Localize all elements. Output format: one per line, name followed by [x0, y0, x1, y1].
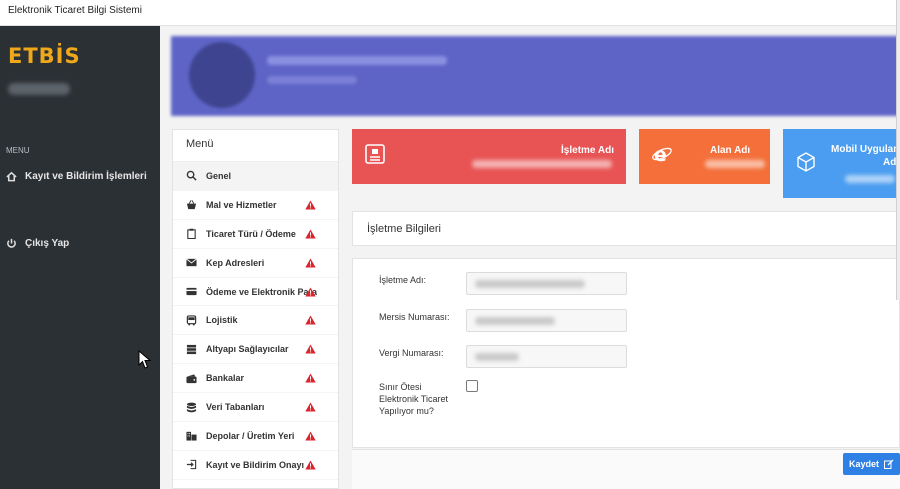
- company-logo-redacted: [189, 42, 255, 108]
- warning-icon: [305, 373, 316, 383]
- mouse-cursor-icon: [138, 350, 152, 369]
- menu-item-label: Altyapı Sağlayıcılar: [206, 344, 289, 355]
- warning-icon: [305, 460, 316, 470]
- menu-item[interactable]: Ticaret Türü / Ödeme: [173, 220, 338, 249]
- sidebar-item-logout[interactable]: Çıkış Yap: [6, 238, 69, 249]
- edit-icon: [884, 459, 894, 469]
- menu-item[interactable]: Mal ve Hizmetler: [173, 191, 338, 220]
- menu-item-label: Depolar / Üretim Yeri: [206, 430, 295, 441]
- business-info-header: İşletme Bilgileri: [352, 211, 900, 246]
- menu-item[interactable]: Depolar / Üretim Yeri: [173, 422, 338, 451]
- warning-icon: [305, 287, 316, 297]
- menu-item[interactable]: Altyapı Sağlayıcılar: [173, 335, 338, 365]
- tax-number-label: Vergi Numarası:: [379, 348, 444, 358]
- menu-item[interactable]: Ödeme ve Elektronik Para: [173, 278, 338, 307]
- menu-item[interactable]: Lojistik: [173, 306, 338, 336]
- clipboard-icon: [185, 228, 197, 240]
- database-icon: [185, 401, 197, 413]
- menu-item-label: Kayıt ve Bildirim Onayı: [206, 459, 305, 470]
- business-name-label: İşletme Adı:: [379, 275, 427, 285]
- search-icon: [185, 170, 197, 182]
- menu-item-label: Ticaret Türü / Ödeme: [206, 228, 296, 239]
- form-footer: [352, 449, 900, 489]
- business-info-form: İşletme Adı: Mersis Numarası: Vergi Numa…: [352, 258, 900, 448]
- warning-icon: [305, 229, 316, 239]
- app-logo: ETBİS: [8, 44, 81, 68]
- warning-icon: [305, 344, 316, 354]
- menu-item-label: Veri Tabanları: [206, 402, 265, 413]
- envelope-icon: [185, 257, 197, 269]
- user-name-redacted: [8, 83, 70, 95]
- warning-icon: [305, 315, 316, 325]
- server-icon: [185, 343, 197, 355]
- cross-border-label-line: Elektronik Ticaret: [379, 394, 449, 404]
- card-value-redacted: [845, 175, 895, 183]
- sidebar-menu-heading: MENU: [6, 146, 30, 155]
- power-icon: [7, 238, 16, 248]
- svg-text:e: e: [654, 144, 667, 165]
- banner-text-redacted: [267, 56, 447, 65]
- wallet-icon: [185, 372, 197, 384]
- window-edge: [896, 0, 900, 300]
- menu-item-label: Bankalar: [206, 373, 245, 384]
- menu-item[interactable]: Veri Tabanları: [173, 393, 338, 423]
- menu-item-label: Mal ve Hizmetler: [206, 199, 277, 210]
- mersis-number-field[interactable]: [466, 309, 627, 332]
- card-title: Alan Adı: [710, 145, 751, 156]
- id-card-icon: [365, 144, 385, 164]
- menu-item[interactable]: Genel: [173, 162, 338, 191]
- tax-number-field[interactable]: [466, 345, 627, 368]
- warning-icon: [305, 402, 316, 412]
- menu-title: Menü: [173, 130, 338, 162]
- profile-banner-redacted: [171, 36, 900, 116]
- menu-item-label: Kep Adresleri: [206, 257, 265, 268]
- save-button-label: Kaydet: [848, 459, 879, 469]
- ie-icon: e: [652, 144, 672, 165]
- card-value-redacted: [705, 160, 765, 168]
- card-value-redacted: [472, 160, 612, 168]
- window-title-bar: Elektronik Ticaret Bilgi Sistemi: [0, 0, 900, 26]
- save-button[interactable]: Kaydet: [843, 453, 900, 475]
- basket-icon: [185, 199, 197, 211]
- menu-item-label: Genel: [206, 170, 232, 181]
- menu-item[interactable]: Kep Adresleri: [173, 249, 338, 278]
- bus-icon: [185, 314, 197, 326]
- warning-icon: [305, 200, 316, 210]
- window-title: Elektronik Ticaret Bilgi Sistemi: [8, 5, 142, 16]
- credit-card-icon: [185, 286, 197, 298]
- cross-border-checkbox[interactable]: [466, 380, 478, 392]
- menu-item-label: Ödeme ve Elektronik Para: [206, 286, 318, 297]
- warning-icon: [305, 431, 316, 441]
- sign-in-icon: [185, 459, 197, 471]
- sidebar-item-label: Kayıt ve Bildirim İşlemleri: [25, 171, 147, 182]
- card-business-name[interactable]: İşletme Adı: [352, 129, 626, 184]
- card-title: Mobil Uygulama: [831, 144, 900, 155]
- warning-icon: [305, 258, 316, 268]
- card-mobile-app-name[interactable]: Mobil Uygulama Adı: [783, 129, 900, 198]
- menu-item-label: Lojistik: [206, 315, 238, 326]
- menu-panel: Menü Genel Mal ve Hizmetler Ticaret Türü /…: [172, 129, 339, 489]
- home-icon: [6, 171, 17, 182]
- card-title: İşletme Adı: [561, 145, 614, 156]
- cross-border-label-line: Sınır Ötesi: [379, 382, 422, 392]
- sidebar-item-kayit-bildirim[interactable]: Kayıt ve Bildirim İşlemleri: [6, 171, 147, 182]
- building-icon: [185, 430, 197, 442]
- cube-icon: [797, 152, 815, 172]
- mersis-number-label: Mersis Numarası:: [379, 312, 450, 322]
- sidebar-item-label: Çıkış Yap: [25, 238, 70, 249]
- card-domain-name[interactable]: e Alan Adı: [639, 129, 770, 184]
- cross-border-label-line: Yapılıyor mu?: [379, 406, 434, 416]
- menu-item[interactable]: Kayıt ve Bildirim Onayı: [173, 451, 338, 480]
- sidebar: ETBİS MENU Kayıt ve Bildirim İşlemleri Ç…: [0, 26, 160, 489]
- cross-border-label: Sınır Ötesi Elektronik Ticaret Yapılıyor…: [379, 381, 448, 417]
- business-name-field[interactable]: [466, 272, 627, 295]
- menu-item[interactable]: Bankalar: [173, 364, 338, 394]
- banner-subtext-redacted: [267, 76, 357, 84]
